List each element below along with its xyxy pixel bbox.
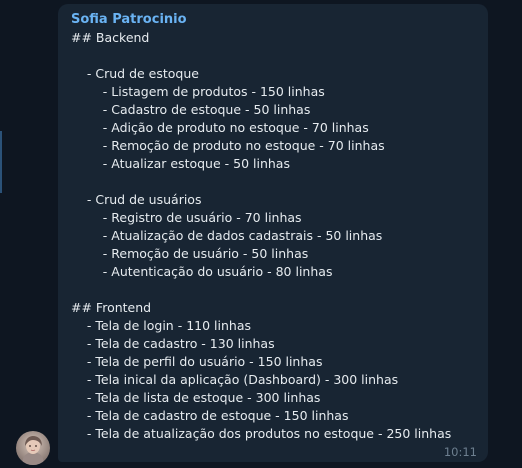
message-line: - Atualização de dados cadastrais - 50 l… bbox=[71, 228, 383, 243]
message-line: - Autenticação do usuário - 80 linhas bbox=[71, 264, 333, 279]
message-line: - Listagem de produtos - 150 linhas bbox=[71, 84, 325, 99]
message-line bbox=[71, 281, 451, 299]
message-line: - Crud de estoque bbox=[71, 66, 199, 81]
message-line: - Adição de produto no estoque - 70 linh… bbox=[71, 120, 369, 135]
message-line: - Tela inical da aplicação (Dashboard) -… bbox=[71, 372, 399, 387]
message-text: ## Backend - Crud de estoque - Listagem … bbox=[71, 29, 451, 443]
chat-list-scroll-indicator bbox=[0, 131, 2, 193]
message-line bbox=[71, 173, 451, 191]
message-line: - Atualizar estoque - 50 linhas bbox=[71, 156, 290, 171]
sender-name[interactable]: Sofia Patrocinio bbox=[71, 12, 187, 27]
user-photo-avatar-icon bbox=[16, 431, 50, 465]
message-line bbox=[71, 47, 451, 65]
message-line: - Tela de login - 110 linhas bbox=[71, 318, 251, 333]
message-line: - Tela de cadastro - 130 linhas bbox=[71, 336, 275, 351]
user-avatar[interactable] bbox=[16, 431, 50, 465]
message-line: - Registro de usuário - 70 linhas bbox=[71, 210, 302, 225]
message-line: - Tela de lista de estoque - 300 linhas bbox=[71, 390, 321, 405]
message-line: ## Backend bbox=[71, 30, 150, 45]
message-line: - Tela de cadastro de estoque - 150 linh… bbox=[71, 408, 349, 423]
message-line: - Tela de atualização dos produtos no es… bbox=[71, 426, 452, 441]
message-line: - Remoção de produto no estoque - 70 lin… bbox=[71, 138, 385, 153]
message-line: ## Frontend bbox=[71, 300, 152, 315]
message-line: - Tela de perfil do usuário - 150 linhas bbox=[71, 354, 323, 369]
message-line: - Cadastro de estoque - 50 linhas bbox=[71, 102, 311, 117]
message-line: - Remoção de usuário - 50 linhas bbox=[71, 246, 309, 261]
message-line: - Crud de usuários bbox=[71, 192, 202, 207]
message-timestamp: 10:11 bbox=[443, 445, 477, 459]
message-bubble[interactable]: Sofia Patrocinio ## Backend - Crud de es… bbox=[58, 4, 488, 462]
